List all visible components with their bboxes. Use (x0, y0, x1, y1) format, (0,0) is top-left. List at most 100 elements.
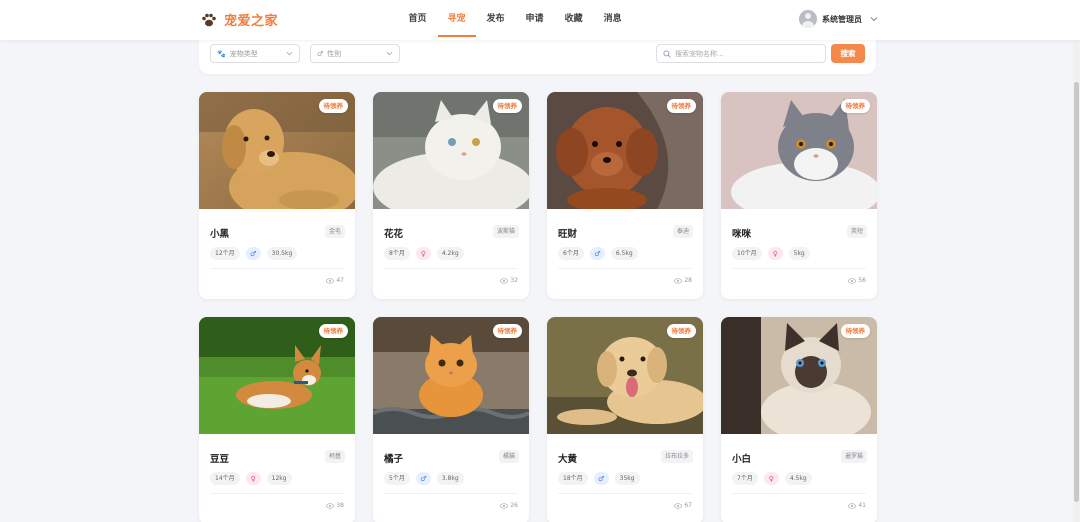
divider (558, 493, 692, 494)
status-badge: 待领养 (492, 324, 522, 338)
main-nav: 首页 寻宠 发布 申请 收藏 消息 (398, 0, 632, 40)
pet-weight: 6.5kg (610, 247, 638, 260)
nav-messages[interactable]: 消息 (594, 0, 632, 40)
pet-info: 7个月 ♀ 4.5kg (732, 472, 818, 485)
pet-age: 7个月 (732, 472, 758, 485)
app-title: 宠爱之家 (224, 14, 279, 29)
gender-select[interactable]: ♂ 性别 (310, 44, 400, 63)
female-icon: ♀ (415, 247, 431, 260)
pet-weight: 5kg (788, 247, 810, 260)
eye-icon (326, 277, 335, 284)
pet-info: 8个月 ♀ 4.2kg (384, 247, 470, 260)
pet-type-select[interactable]: 🐾 宠物类型 (210, 44, 300, 63)
status-badge: 待领养 (318, 324, 348, 338)
view-count: 32 (500, 277, 518, 284)
search-button[interactable]: 搜索 (831, 44, 865, 63)
status-badge: 待领养 (840, 324, 870, 338)
pet-weight: 35kg (614, 472, 640, 485)
eye-icon (848, 502, 857, 509)
gender-icon: ♂ (317, 49, 324, 58)
eye-icon (500, 277, 509, 284)
pet-type-label: 宠物类型 (229, 49, 258, 58)
status-badge: 待领养 (666, 324, 696, 338)
chevron-down-icon (286, 51, 293, 56)
divider (384, 268, 518, 269)
pet-breed: 橘猫 (498, 450, 519, 463)
eye-icon (848, 277, 857, 284)
pet-age: 10个月 (732, 247, 762, 260)
pet-breed: 金毛 (324, 225, 345, 238)
pet-age: 8个月 (384, 247, 410, 260)
nav-favorites[interactable]: 收藏 (555, 0, 593, 40)
pet-breed: 暹罗猫 (840, 450, 867, 463)
pet-name: 花花 (384, 229, 404, 240)
pet-info: 18个月 ♂ 35kg (558, 472, 646, 485)
pet-name: 咪咪 (732, 229, 752, 240)
female-icon: ♀ (245, 472, 261, 485)
pet-info: 5个月 ♂ 3.8kg (384, 472, 470, 485)
male-icon: ♂ (593, 472, 609, 485)
divider (558, 268, 692, 269)
view-count-value: 32 (510, 277, 518, 284)
scrollbar[interactable] (1073, 40, 1080, 522)
pet-card[interactable]: 待领养 咪咪 英短 10个月 ♀ 5kg 56 (721, 92, 877, 299)
chevron-down-icon (386, 51, 393, 56)
view-count: 56 (848, 277, 866, 284)
pet-info: 10个月 ♀ 5kg (732, 247, 816, 260)
pet-card[interactable]: 待领养 花花 波斯猫 8个月 ♀ 4.2kg 32 (373, 92, 529, 299)
nav-home[interactable]: 首页 (399, 0, 437, 40)
search-box[interactable] (656, 44, 826, 63)
pet-weight: 4.5kg (784, 472, 812, 485)
view-count-value: 56 (858, 277, 866, 284)
user-name: 系统管理员 (822, 14, 862, 24)
nav-find-pet[interactable]: 寻宠 (437, 0, 476, 40)
pet-card[interactable]: 待领养 小白 暹罗猫 7个月 ♀ 4.5kg 41 (721, 317, 877, 522)
pet-age: 6个月 (558, 247, 584, 260)
pet-weight: 12kg (266, 472, 292, 485)
pet-age: 14个月 (210, 472, 240, 485)
female-icon: ♀ (763, 472, 779, 485)
pet-name: 大黄 (558, 454, 578, 465)
view-count: 41 (848, 502, 866, 509)
pet-card[interactable]: 待领养 小黑 金毛 12个月 ♂ 30.5kg 47 (199, 92, 355, 299)
top-header: 宠爱之家 首页 寻宠 发布 申请 收藏 消息 系统管理员 (0, 0, 1080, 40)
pet-weight: 3.8kg (436, 472, 464, 485)
nav-publish[interactable]: 发布 (477, 0, 515, 40)
divider (732, 268, 866, 269)
pet-breed: 泰迪 (672, 225, 693, 238)
eye-icon (674, 502, 683, 509)
nav-applications[interactable]: 申请 (516, 0, 554, 40)
pet-breed: 柯基 (324, 450, 345, 463)
avatar (799, 10, 817, 28)
view-count: 26 (500, 502, 518, 509)
view-count-value: 47 (336, 277, 344, 284)
pet-weight: 30.5kg (266, 247, 298, 260)
male-icon: ♂ (245, 247, 261, 260)
logo[interactable]: 宠爱之家 (200, 10, 278, 29)
pet-card[interactable]: 待领养 橘子 橘猫 5个月 ♂ 3.8kg 26 (373, 317, 529, 522)
pet-age: 18个月 (558, 472, 588, 485)
search-input[interactable] (675, 49, 815, 58)
paw-icon (200, 11, 218, 29)
pet-card[interactable]: 待领养 豆豆 柯基 14个月 ♀ 12kg 38 (199, 317, 355, 522)
female-icon: ♀ (767, 247, 783, 260)
pet-card[interactable]: 待领养 旺财 泰迪 6个月 ♂ 6.5kg 28 (547, 92, 703, 299)
eye-icon (500, 502, 509, 509)
divider (384, 493, 518, 494)
chevron-down-icon (870, 17, 878, 22)
male-icon: ♂ (415, 472, 431, 485)
view-count: 38 (326, 502, 344, 509)
pet-card[interactable]: 待领养 大黄 拉布拉多 18个月 ♂ 35kg 67 (547, 317, 703, 522)
pet-name: 豆豆 (210, 454, 230, 465)
divider (210, 493, 344, 494)
pet-breed: 英短 (846, 225, 867, 238)
pet-info: 6个月 ♂ 6.5kg (558, 247, 644, 260)
view-count: 47 (326, 277, 344, 284)
status-badge: 待领养 (492, 99, 522, 113)
status-badge: 待领养 (840, 99, 870, 113)
scrollbar-thumb[interactable] (1074, 82, 1079, 502)
gender-label: 性别 (327, 49, 342, 58)
view-count-value: 67 (684, 502, 692, 509)
filter-bar: 🐾 宠物类型 ♂ 性别 搜索 (199, 36, 876, 74)
user-menu[interactable]: 系统管理员 (799, 10, 878, 28)
